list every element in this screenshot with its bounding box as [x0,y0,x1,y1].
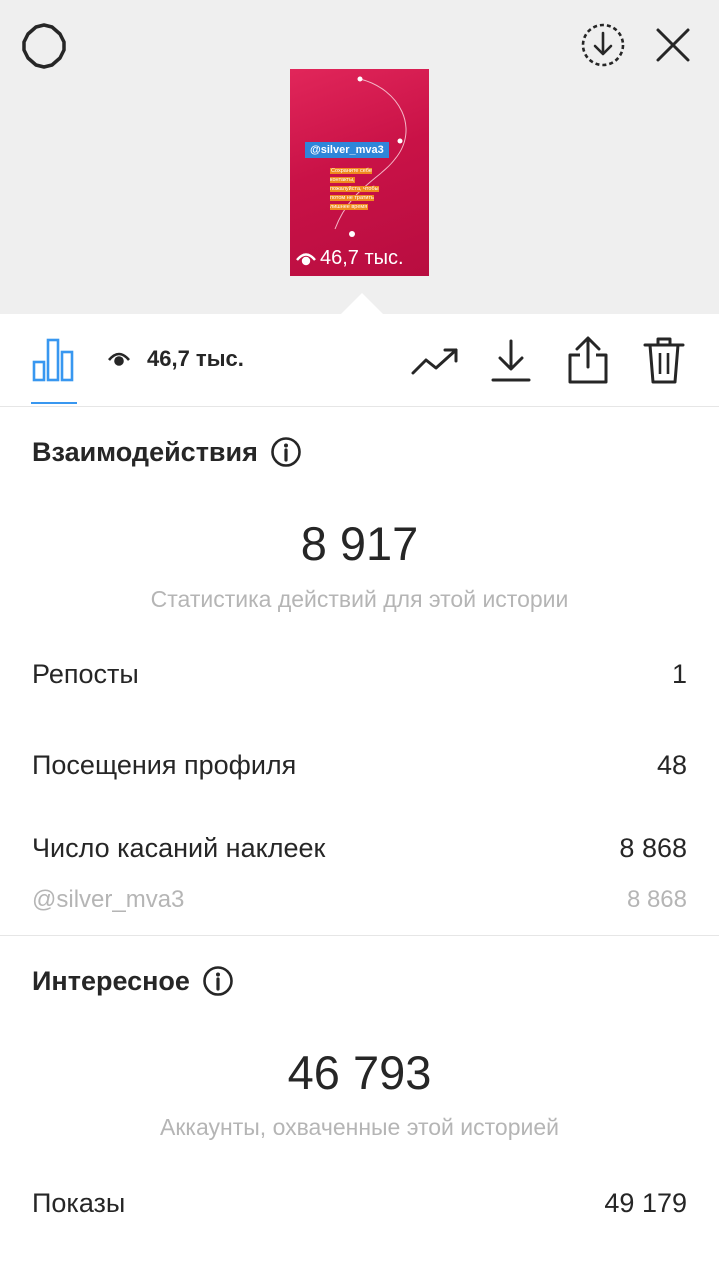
discovery-header: Интересное [32,965,234,997]
download-button[interactable] [488,336,534,386]
row-value-impressions: 49 179 [604,1188,687,1218]
preview-pointer [341,293,383,314]
sticker-mention-label: @silver_mva3 [32,886,185,913]
viewers-button[interactable] [104,346,134,372]
delete-button[interactable] [640,334,688,386]
sticker-mention-value: 8 868 [626,886,687,913]
info-icon[interactable] [270,436,302,468]
eye-icon [296,252,316,265]
download-icon [491,339,531,382]
settings-button[interactable] [20,22,68,70]
interactions-caption: Статистика действий для этой истории [150,586,569,612]
row-label-profile-visits: Посещения профиля [32,750,297,780]
eye-icon [108,352,130,366]
close-button[interactable] [650,22,696,68]
interactions-header: Взаимодействия [32,436,302,468]
story-views-text: 46,7 тыс. [320,247,404,269]
active-tab-indicator [31,402,77,404]
story-note-text: Сохраните себе контакты, пожалуйста, что… [330,168,379,210]
stats-toolbar: 46,7 тыс. [0,314,719,407]
discovery-title: Интересное [32,965,190,996]
bar-chart-icon [32,338,74,382]
interactions-total: 8 917 [300,517,419,570]
gear-icon [22,23,66,69]
interactions-title: Взаимодействия [32,436,258,467]
story-views-overlay: 46,7 тыс. [296,247,404,270]
download-circle-icon [581,23,625,67]
share-icon [568,336,608,384]
info-icon[interactable] [202,965,234,997]
trash-icon [643,337,685,384]
close-icon [656,28,690,62]
save-story-button[interactable] [578,20,628,70]
row-value-reposts: 1 [671,659,687,689]
row-label-impressions: Показы [32,1188,126,1218]
row-value-sticker-taps: 8 868 [619,833,687,863]
story-mention-tag: @silver_mva3 [305,142,389,158]
trending-up-icon [411,348,458,375]
discovery-caption: Аккаунты, охваченные этой историей [160,1114,559,1140]
share-button[interactable] [564,334,612,386]
views-count[interactable]: 46,7 тыс. [147,346,244,372]
promote-button[interactable] [409,338,461,384]
row-label-reposts: Репосты [32,659,139,689]
row-label-sticker-taps: Число касаний наклеек [32,833,326,863]
story-thumbnail[interactable]: @silver_mva3 Сохраните себе контакты, по… [290,69,429,276]
row-value-profile-visits: 48 [656,750,687,780]
section-divider [0,935,719,936]
tab-insights[interactable] [28,334,78,384]
discovery-total: 46 793 [287,1046,432,1099]
